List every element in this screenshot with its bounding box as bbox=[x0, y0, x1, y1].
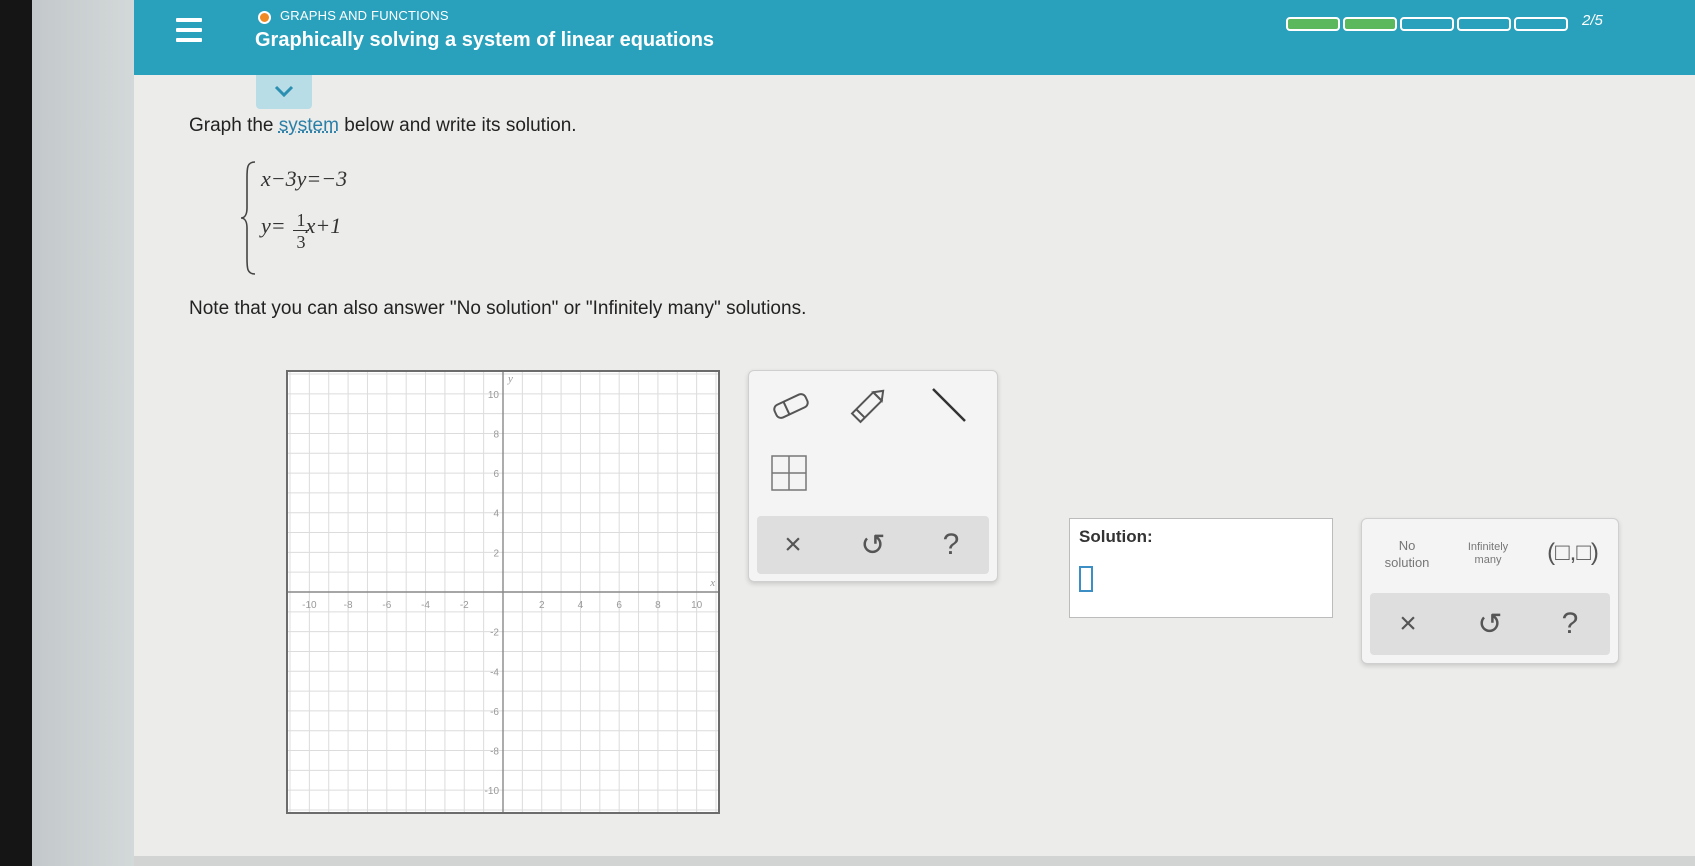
line-icon[interactable] bbox=[927, 383, 971, 427]
progress-segment bbox=[1400, 17, 1454, 31]
graph-toolbar-actions: × ↺ ? bbox=[757, 516, 989, 574]
x-tick-label: 10 bbox=[691, 600, 703, 611]
chevron-down-icon bbox=[274, 85, 294, 98]
coordinate-grid[interactable]: -10 -8 -6 -4 -2 2 4 6 8 10 10 8 6 4 2 -2 -4 -6 -8 -10 x y bbox=[288, 372, 718, 812]
pencil-icon[interactable] bbox=[847, 383, 891, 427]
y-tick-label: -4 bbox=[490, 667, 499, 678]
table-icon[interactable] bbox=[769, 453, 809, 493]
x-tick-label: 2 bbox=[539, 600, 545, 611]
x-tick-label: -6 bbox=[382, 600, 391, 611]
x-axis-label: x bbox=[709, 577, 715, 589]
instruction-after: below and write its solution. bbox=[338, 115, 577, 136]
y-tick-label: 2 bbox=[493, 548, 499, 559]
x-tick-label: -8 bbox=[344, 600, 353, 611]
y-tick-label: -2 bbox=[490, 628, 499, 639]
x-tick-label: -4 bbox=[421, 600, 430, 611]
side-gutter bbox=[32, 0, 134, 866]
y-axis-label: y bbox=[507, 373, 513, 385]
y-tick-label: -6 bbox=[490, 707, 499, 718]
answer-undo-button[interactable]: ↺ bbox=[1470, 607, 1510, 642]
collapse-toggle[interactable] bbox=[256, 75, 312, 109]
progress-segment bbox=[1514, 17, 1568, 31]
menu-icon[interactable] bbox=[176, 18, 202, 46]
infinitely-line1: Infinitely bbox=[1467, 541, 1509, 553]
help-button[interactable]: ? bbox=[931, 528, 971, 562]
left-brace-icon bbox=[240, 161, 256, 275]
undo-button[interactable]: ↺ bbox=[853, 528, 893, 563]
note-text: Note that you can also answer "No soluti… bbox=[189, 298, 807, 319]
x-tick-label: -10 bbox=[302, 600, 317, 611]
fraction-denominator: 3 bbox=[296, 232, 306, 252]
infinitely-line2: many bbox=[1474, 554, 1502, 566]
equation-2-prefix: y= bbox=[261, 213, 286, 238]
y-tick-label: 10 bbox=[488, 390, 500, 401]
topic-status-dot bbox=[258, 11, 271, 24]
progress-text: 2/5 bbox=[1582, 12, 1603, 29]
progress-bar bbox=[1286, 17, 1568, 31]
system-link[interactable]: system bbox=[279, 115, 339, 136]
equation-1: x−3y=−3 bbox=[261, 166, 348, 191]
y-tick-label: -8 bbox=[490, 747, 499, 758]
answer-choices-panel: No solution Infinitely many (□,□) × ↺ ? bbox=[1361, 518, 1619, 664]
graphing-area[interactable]: -10 -8 -6 -4 -2 2 4 6 8 10 10 8 6 4 2 -2 -4 -6 -8 -10 x y bbox=[286, 370, 720, 814]
solution-label: Solution: bbox=[1079, 527, 1153, 546]
no-solution-line2: solution bbox=[1384, 555, 1430, 570]
no-solution-button[interactable]: No solution bbox=[1376, 537, 1438, 571]
answer-clear-button[interactable]: × bbox=[1388, 607, 1428, 641]
y-tick-label: 4 bbox=[493, 509, 499, 520]
clear-button[interactable]: × bbox=[773, 528, 813, 562]
equation-system: x−3y=−3 y= x+1 1 3 bbox=[239, 158, 389, 278]
ordered-pair-button[interactable]: (□,□) bbox=[1540, 539, 1606, 567]
fraction-numerator: 1 bbox=[293, 210, 309, 231]
header-bar: GRAPHS AND FUNCTIONS Graphically solving… bbox=[134, 0, 1695, 75]
progress-segment bbox=[1343, 17, 1397, 31]
y-tick-label: 8 bbox=[493, 429, 499, 440]
page-title: Graphically solving a system of linear e… bbox=[255, 29, 715, 51]
screen-bezel bbox=[0, 0, 32, 866]
solution-input[interactable] bbox=[1079, 566, 1093, 592]
x-tick-label: 6 bbox=[616, 600, 622, 611]
x-tick-label: -2 bbox=[460, 600, 469, 611]
equation-2-fraction: 1 3 bbox=[293, 210, 309, 253]
graph-toolbox: × ↺ ? bbox=[748, 370, 998, 582]
answer-help-button[interactable]: ? bbox=[1550, 607, 1590, 641]
eraser-icon[interactable] bbox=[769, 389, 813, 423]
app-window: GRAPHS AND FUNCTIONS Graphically solving… bbox=[134, 0, 1695, 866]
y-tick-label: 6 bbox=[493, 469, 499, 480]
instruction-text: Graph the system below and write its sol… bbox=[189, 115, 577, 137]
answer-actions: × ↺ ? bbox=[1370, 593, 1610, 655]
no-solution-line1: No bbox=[1398, 538, 1416, 553]
solution-box: Solution: bbox=[1069, 518, 1333, 618]
progress-segment bbox=[1286, 17, 1340, 31]
instruction-before: Graph the bbox=[189, 115, 279, 136]
equation-2-suffix: x+1 bbox=[305, 213, 342, 238]
infinitely-many-button[interactable]: Infinitely many bbox=[1456, 541, 1520, 567]
topic-label: GRAPHS AND FUNCTIONS bbox=[280, 8, 449, 23]
progress-segment bbox=[1457, 17, 1511, 31]
x-tick-label: 4 bbox=[578, 600, 584, 611]
x-tick-label: 8 bbox=[655, 600, 661, 611]
y-tick-label: -10 bbox=[485, 786, 500, 797]
bottom-edge bbox=[134, 856, 1695, 866]
